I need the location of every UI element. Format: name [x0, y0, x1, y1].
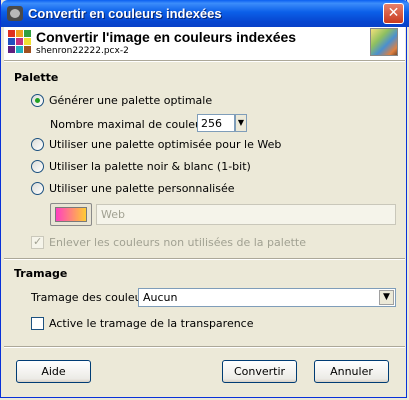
palette-swatch-button[interactable]: [50, 203, 92, 226]
title-bar[interactable]: Convertir en couleurs indexées ✕: [1, 0, 409, 27]
cancel-button[interactable]: Annuler: [314, 360, 389, 383]
remove-unused-label: Enlever les couleurs non utilisées de la…: [49, 236, 306, 249]
image-thumbnail: [370, 28, 398, 56]
radio-button[interactable]: [31, 138, 44, 151]
radio-button[interactable]: [31, 94, 44, 107]
gimp-icon: [7, 6, 23, 21]
dialog-window: Convertir en couleurs indexées ✕ Convert…: [0, 0, 409, 398]
radio-label: Générer une palette optimale: [49, 94, 213, 107]
transparency-dither-checkbox[interactable]: [31, 317, 44, 330]
section-divider: [4, 258, 405, 260]
max-colors-input[interactable]: 256: [197, 114, 235, 132]
dithering-section-title: Tramage: [14, 267, 68, 280]
radio-button[interactable]: [31, 160, 44, 173]
dialog-heading: Convertir l'image en couleurs indexées: [36, 29, 297, 45]
radio-button[interactable]: [31, 182, 44, 195]
color-dither-select[interactable]: Aucun ▼: [138, 288, 396, 307]
remove-unused-checkbox: [31, 235, 44, 249]
header-divider: [4, 60, 405, 62]
max-colors-label: Nombre maximal de couleurs :: [50, 118, 220, 131]
max-colors-spinner[interactable]: 256 ▼: [197, 114, 247, 132]
radio-label: Utiliser la palette noir & blanc (1-bit): [49, 160, 251, 173]
color-dither-label: Tramage des couleurs: [31, 291, 152, 304]
convert-button[interactable]: Convertir: [222, 360, 297, 383]
indexed-palette-icon: [8, 30, 32, 54]
window-title: Convertir en couleurs indexées: [28, 6, 222, 21]
spin-down-icon[interactable]: ▼: [235, 114, 247, 132]
help-button[interactable]: Aide: [16, 360, 91, 383]
custom-palette-field: Web: [96, 204, 396, 225]
dropdown-arrow-icon[interactable]: ▼: [379, 290, 394, 305]
radio-label: Utiliser une palette optimisée pour le W…: [49, 138, 282, 151]
transparency-dither-label: Active le tramage de la transparence: [49, 317, 254, 330]
select-value: Aucun: [143, 291, 178, 304]
close-button[interactable]: ✕: [383, 3, 404, 24]
image-name: shenron22222.pcx-2: [36, 46, 129, 56]
palette-section-title: Palette: [14, 71, 59, 84]
buttons-divider: [4, 346, 405, 348]
dialog-header: Convertir l'image en couleurs indexées s…: [4, 27, 405, 60]
radio-label: Utiliser une palette personnalisée: [49, 182, 235, 195]
